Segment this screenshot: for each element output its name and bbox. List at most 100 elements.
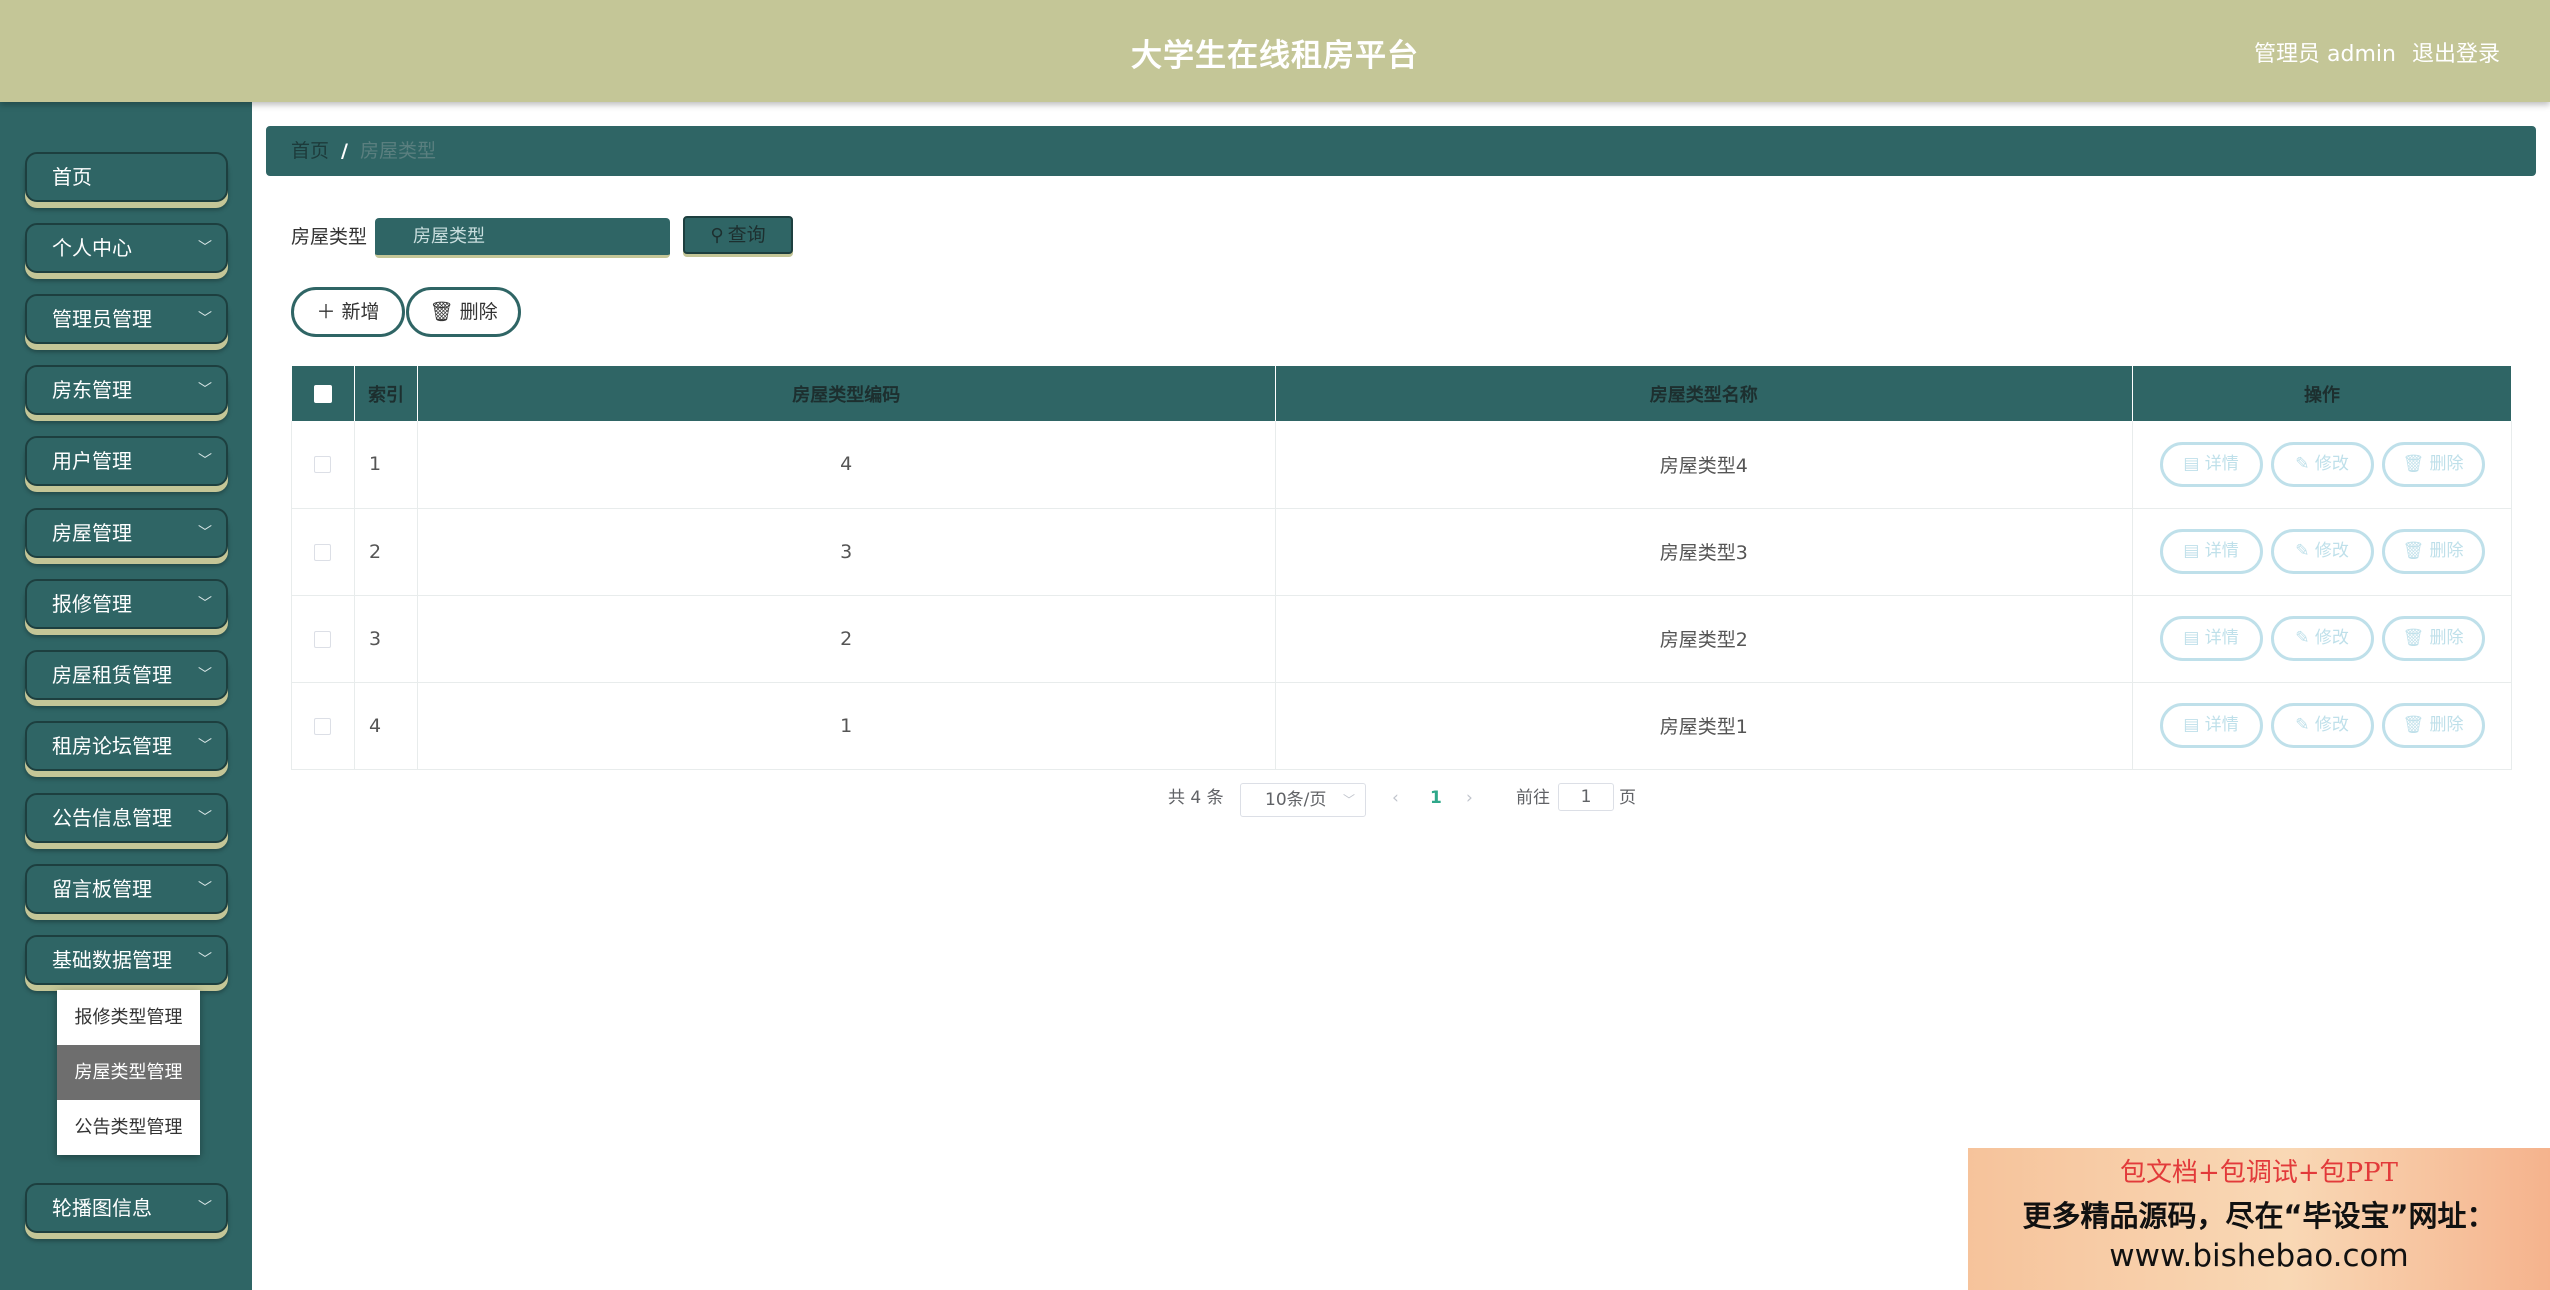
add-button[interactable]: ＋ 新增 <box>291 287 405 337</box>
sidebar-item-label: 首页 <box>52 165 92 189</box>
sidebar-item-house-management[interactable]: 房屋管理 ﹀ <box>25 508 228 558</box>
delete-button[interactable]: 🗑 删除 <box>2381 703 2485 748</box>
breadcrumb-home[interactable]: 首页 <box>291 140 329 162</box>
page-size-select[interactable]: 10条/页 ﹀ <box>1240 783 1366 817</box>
edit-button[interactable]: ✎ 修改 <box>2270 529 2374 574</box>
submenu-item-repair-type[interactable]: 报修类型管理 <box>57 990 200 1045</box>
detail-label: 详情 <box>2204 541 2239 561</box>
goto-page-input[interactable] <box>1558 783 1614 811</box>
document-icon: ▤ <box>2183 715 2200 735</box>
detail-button[interactable]: ▤ 详情 <box>2159 529 2263 574</box>
pencil-icon: ✎ <box>2295 628 2310 648</box>
detail-button[interactable]: ▤ 详情 <box>2159 441 2263 487</box>
select-all-checkbox[interactable] <box>313 385 332 403</box>
sidebar-item-message-board[interactable]: 留言板管理 ﹀ <box>25 864 228 914</box>
trash-icon: 🗑 <box>2402 715 2425 735</box>
query-button[interactable]: ⚲ 查询 <box>683 216 793 254</box>
row-code: 2 <box>417 595 1276 683</box>
sidebar-item-rental-management[interactable]: 房屋租赁管理 ﹀ <box>25 650 228 700</box>
sidebar-item-basic-data[interactable]: 基础数据管理 ﹀ <box>25 935 228 985</box>
submenu-item-house-type[interactable]: 房屋类型管理 <box>57 1045 200 1100</box>
document-icon: ▤ <box>2183 541 2200 561</box>
chevron-left-icon: ‹ <box>1392 788 1399 808</box>
sidebar-item-notice-management[interactable]: 公告信息管理 ﹀ <box>25 793 228 843</box>
goto-unit: 页 <box>1619 788 1636 808</box>
submenu-item-notice-type[interactable]: 公告类型管理 <box>57 1100 200 1155</box>
delete-label: 删除 <box>2429 541 2464 561</box>
row-checkbox[interactable] <box>314 456 332 474</box>
page-size-value: 10条/页 <box>1265 790 1327 810</box>
edit-label: 修改 <box>2314 628 2349 648</box>
chevron-down-icon: ﹀ <box>198 881 212 897</box>
row-name: 房屋类型3 <box>1275 508 2134 596</box>
row-select-cell <box>291 682 355 770</box>
breadcrumb-current: 房屋类型 <box>359 140 436 162</box>
sidebar-item-landlord-management[interactable]: 房东管理 ﹀ <box>25 365 228 415</box>
delete-button[interactable]: 🗑 删除 <box>2381 441 2485 487</box>
breadcrumb: 首页 / 房屋类型 <box>266 126 2536 176</box>
sidebar-item-personal-center[interactable]: 个人中心 ﹀ <box>25 223 228 273</box>
bulk-delete-button[interactable]: 🗑 删除 <box>406 287 521 337</box>
row-select-cell <box>291 421 355 509</box>
chevron-down-icon: ﹀ <box>198 596 212 612</box>
logout-link[interactable]: 退出登录 <box>2412 36 2500 68</box>
chevron-down-icon: ﹀ <box>198 738 212 754</box>
trash-icon: 🗑 <box>2402 541 2425 561</box>
add-button-label: 新增 <box>341 301 380 323</box>
sidebar-item-home[interactable]: 首页 <box>25 152 228 202</box>
edit-label: 修改 <box>2314 453 2349 474</box>
chevron-down-icon: ﹀ <box>198 525 212 541</box>
sidebar-item-repair-management[interactable]: 报修管理 ﹀ <box>25 579 228 629</box>
row-checkbox[interactable] <box>314 717 332 735</box>
row-checkbox[interactable] <box>314 630 332 648</box>
row-checkbox[interactable] <box>314 543 332 561</box>
pagination-total: 共 4 条 <box>1168 788 1224 808</box>
query-button-label: 查询 <box>727 224 766 246</box>
plus-icon: ＋ <box>316 301 336 323</box>
sidebar-item-label: 房屋管理 <box>52 521 132 545</box>
row-name: 房屋类型1 <box>1275 682 2134 770</box>
promo-line-2: 更多精品源码，尽在“毕设宝”网址： <box>2022 1199 2496 1233</box>
document-icon: ▤ <box>2183 453 2200 474</box>
sidebar-item-carousel[interactable]: 轮播图信息 ﹀ <box>25 1183 228 1233</box>
column-header-actions: 操作 <box>2132 366 2512 421</box>
chevron-down-icon: ﹀ <box>198 240 212 256</box>
chevron-down-icon: ﹀ <box>198 382 212 398</box>
detail-button[interactable]: ▤ 详情 <box>2159 616 2263 661</box>
detail-button[interactable]: ▤ 详情 <box>2159 703 2263 748</box>
column-header-code: 房屋类型编码 <box>417 366 1276 421</box>
delete-button[interactable]: 🗑 删除 <box>2381 529 2485 574</box>
delete-label: 删除 <box>2429 453 2464 474</box>
delete-button[interactable]: 🗑 删除 <box>2381 616 2485 661</box>
table-row: 4 1 房屋类型1 ▤ 详情 ✎ 修改 🗑 删除 <box>291 682 2512 770</box>
promo-line-1: 包文档+包调试+包PPT <box>2120 1158 2398 1188</box>
chevron-right-icon: › <box>1466 788 1473 808</box>
page-number-current[interactable]: 1 <box>1430 782 1442 814</box>
row-name: 房屋类型4 <box>1275 421 2134 509</box>
next-page-button[interactable]: › <box>1466 782 1473 814</box>
pencil-icon: ✎ <box>2295 541 2310 561</box>
sidebar-item-label: 基础数据管理 <box>52 948 172 972</box>
sidebar-item-user-management[interactable]: 用户管理 ﹀ <box>25 436 228 486</box>
bulk-delete-label: 删除 <box>459 301 498 323</box>
select-all-cell <box>291 366 355 421</box>
promo-line-3: www.bishebao.com <box>2109 1238 2409 1274</box>
edit-button[interactable]: ✎ 修改 <box>2270 703 2374 748</box>
prev-page-button[interactable]: ‹ <box>1392 782 1399 814</box>
edit-button[interactable]: ✎ 修改 <box>2270 441 2374 487</box>
sidebar-item-forum-management[interactable]: 租房论坛管理 ﹀ <box>25 721 228 771</box>
sidebar-item-label: 报修管理 <box>52 592 132 616</box>
row-select-cell <box>291 595 355 683</box>
promo-banner: 包文档+包调试+包PPT 更多精品源码，尽在“毕设宝”网址： www.bishe… <box>1968 1148 2550 1290</box>
search-input[interactable] <box>375 218 670 258</box>
current-user: 管理员 admin <box>2254 42 2396 67</box>
sidebar-item-label: 留言板管理 <box>52 877 152 901</box>
row-actions: ▤ 详情 ✎ 修改 🗑 删除 <box>2132 682 2512 770</box>
app-title: 大学生在线租房平台 <box>1131 38 1419 74</box>
delete-label: 删除 <box>2429 628 2464 648</box>
table-header-row: 索引 房屋类型编码 房屋类型名称 操作 <box>291 366 2512 421</box>
edit-button[interactable]: ✎ 修改 <box>2270 616 2374 661</box>
sidebar-item-admin-management[interactable]: 管理员管理 ﹀ <box>25 294 228 344</box>
row-code: 3 <box>417 508 1276 596</box>
row-code: 4 <box>417 421 1276 509</box>
